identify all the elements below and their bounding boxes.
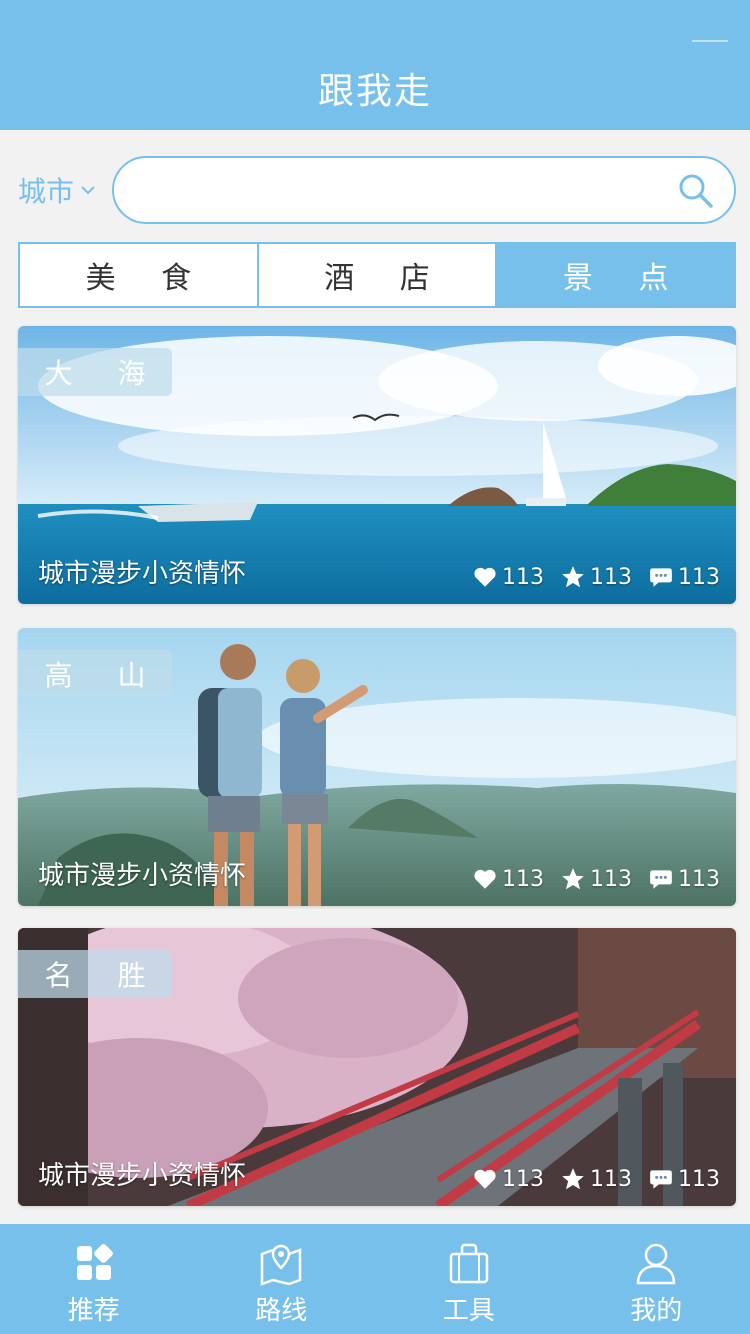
search-box (112, 156, 736, 224)
nav-routes[interactable]: 路线 (188, 1224, 376, 1334)
header-bar: 跟我走 (0, 0, 750, 130)
card-tag: 高 山 (18, 650, 172, 698)
chevron-down-icon (81, 186, 95, 195)
bag-icon (449, 1243, 488, 1284)
tab-hotel[interactable]: 酒 店 (259, 244, 498, 306)
attraction-card-sea[interactable]: 大 海 城市漫步小资情怀 113 113 113 (18, 326, 736, 604)
card-stats: 113 113 113 (456, 866, 720, 892)
favorite-stat[interactable]: 113 (560, 564, 632, 590)
status-bar-mark (692, 40, 728, 42)
comment-icon (650, 870, 672, 889)
comment-stat[interactable]: 113 (648, 564, 720, 590)
comment-stat[interactable]: 113 (648, 866, 720, 892)
heart-icon (474, 1169, 496, 1189)
page-title: 跟我走 (317, 71, 432, 112)
favorite-stat[interactable]: 113 (560, 1166, 632, 1192)
card-stats: 113 113 113 (456, 1166, 720, 1192)
tab-attractions[interactable]: 景 点 (497, 244, 735, 306)
search-icon[interactable] (676, 171, 716, 211)
comment-stat[interactable]: 113 (648, 1166, 720, 1192)
heart-icon (474, 869, 496, 889)
favorite-stat[interactable]: 113 (560, 866, 632, 892)
like-count: 113 (502, 1166, 544, 1192)
nav-recommend[interactable]: 推荐 (0, 1224, 188, 1334)
map-pin-icon (261, 1244, 302, 1286)
comment-count: 113 (678, 866, 720, 892)
comment-icon (650, 1170, 672, 1189)
search-input[interactable] (138, 166, 682, 214)
comment-count: 113 (678, 1166, 720, 1192)
card-caption: 城市漫步小资情怀 (38, 861, 247, 891)
comment-icon (650, 568, 672, 587)
search-row: 城市 (0, 156, 750, 224)
favorite-count: 113 (590, 866, 632, 892)
category-tabs: 美 食 酒 店 景 点 (18, 242, 736, 308)
card-tag: 大 海 (18, 348, 172, 396)
bottom-nav: 推荐 路线 工具 我的 (0, 1224, 750, 1334)
nav-profile[interactable]: 我的 (563, 1224, 750, 1334)
card-caption: 城市漫步小资情怀 (38, 559, 247, 589)
tab-food[interactable]: 美 食 (20, 244, 259, 306)
nav-label: 工具 (442, 1296, 495, 1326)
city-label: 城市 (18, 175, 75, 208)
like-stat[interactable]: 113 (472, 1166, 544, 1192)
nav-tools[interactable]: 工具 (375, 1224, 563, 1334)
city-selector[interactable]: 城市 (18, 170, 96, 210)
star-icon (562, 566, 584, 588)
user-icon (636, 1243, 676, 1285)
nav-label: 我的 (630, 1296, 683, 1326)
favorite-count: 113 (590, 564, 632, 590)
like-count: 113 (502, 866, 544, 892)
card-tag: 名 胜 (18, 950, 172, 998)
attraction-card-landmark[interactable]: 名 胜 城市漫步小资情怀 113 113 113 (18, 928, 736, 1206)
heart-icon (474, 567, 496, 587)
card-caption: 城市漫步小资情怀 (38, 1161, 247, 1191)
favorite-count: 113 (590, 1166, 632, 1192)
star-icon (562, 868, 584, 890)
like-count: 113 (502, 564, 544, 590)
nav-label: 推荐 (67, 1296, 120, 1326)
like-stat[interactable]: 113 (472, 866, 544, 892)
like-stat[interactable]: 113 (472, 564, 544, 590)
nav-label: 路线 (255, 1296, 308, 1326)
comment-count: 113 (678, 564, 720, 590)
card-stats: 113 113 113 (456, 564, 720, 590)
attraction-card-mountain[interactable]: 高 山 城市漫步小资情怀 113 113 113 (18, 628, 736, 906)
star-icon (562, 1168, 584, 1190)
grid-icon (76, 1244, 113, 1280)
